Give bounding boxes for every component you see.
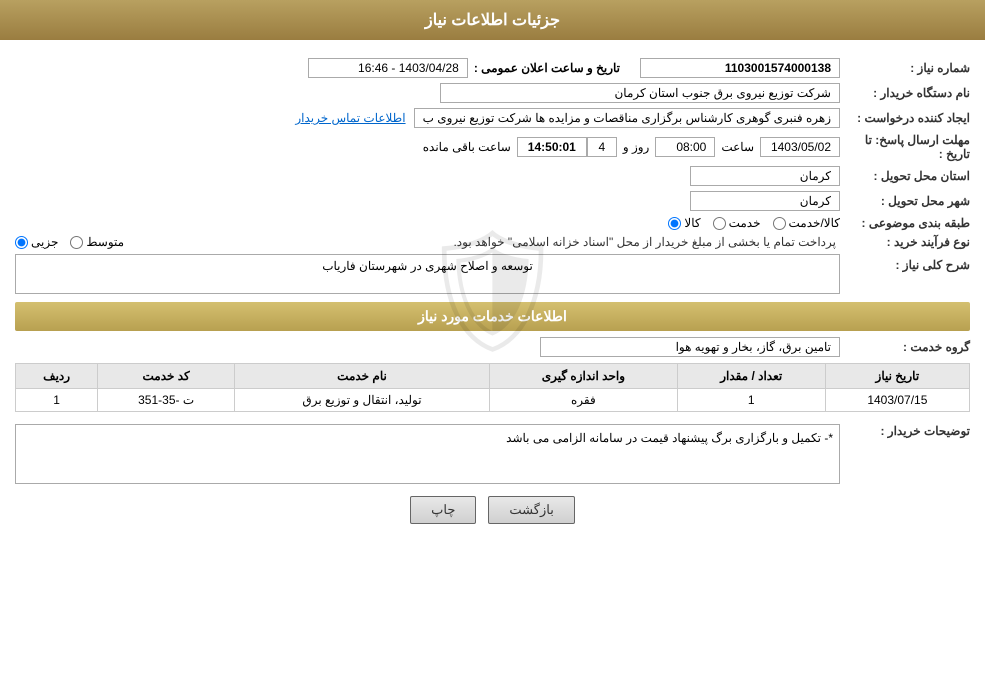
row-sharh: شرح کلی نیاز : توسعه و اصلاح شهری در شهر… xyxy=(15,254,970,294)
roz-label: روز و xyxy=(623,140,650,154)
services-table: تاریخ نیاز تعداد / مقدار واحد اندازه گیر… xyxy=(15,363,970,412)
radio-kala-khedmat[interactable]: کالا/خدمت xyxy=(773,216,840,230)
col-vahed: واحد اندازه گیری xyxy=(490,364,678,389)
date-value: 1403/05/02 xyxy=(760,137,840,157)
countdown-value: 14:50:01 xyxy=(517,137,587,157)
services-table-head: تاریخ نیاز تعداد / مقدار واحد اندازه گیر… xyxy=(16,364,970,389)
page-title: جزئیات اطلاعات نیاز xyxy=(425,12,560,29)
tabaghe-label: طبقه بندی موضوعی : xyxy=(840,216,970,230)
row-namdastgah: نام دستگاه خریدار : شرکت توزیع نیروی برق… xyxy=(15,83,970,103)
radio-kala-input[interactable] xyxy=(668,217,681,230)
page-header: جزئیات اطلاعات نیاز xyxy=(0,0,985,40)
tarikh-elan-label: تاریخ و ساعت اعلان عمومی : xyxy=(474,61,620,75)
grohe-khedmat-value: تامین برق، گاز، بخار و تهویه هوا xyxy=(540,337,840,357)
row-shomare-tarikh: شماره نیاز : 1103001574000138 تاریخ و سا… xyxy=(15,58,970,78)
row-grohe-khedmat: گروه خدمت : تامین برق، گاز، بخار و تهویه… xyxy=(15,337,970,357)
radio-mottaset-input[interactable] xyxy=(70,236,83,249)
print-button[interactable]: چاپ xyxy=(410,496,476,524)
row-shahr: شهر محل تحویل : کرمان xyxy=(15,191,970,211)
radio-khedmat-label: خدمت xyxy=(729,216,761,230)
col-tedad: تعداد / مقدار xyxy=(677,364,825,389)
col-tarikh: تاریخ نیاز xyxy=(825,364,969,389)
radio-jozi-label: جزیی xyxy=(31,235,58,249)
cell-kod: ت -35-351 xyxy=(98,389,235,412)
farayand-radio-group: متوسط جزیی xyxy=(15,235,124,249)
ijad-konande-label: ایجاد کننده درخواست : xyxy=(840,111,970,125)
radio-khedmat[interactable]: خدمت xyxy=(713,216,761,230)
services-table-header-row: تاریخ نیاز تعداد / مقدار واحد اندازه گیر… xyxy=(16,364,970,389)
content-area: 🛡 شماره نیاز : 1103001574000138 تاریخ و … xyxy=(0,40,985,544)
sharh-value: توسعه و اصلاح شهری در شهرستان فاریاب xyxy=(15,254,840,294)
ijad-konande-value: زهره فنبری گوهری کارشناس برگزاری مناقصات… xyxy=(414,108,840,128)
services-section-header: اطلاعات خدمات مورد نیاز xyxy=(15,302,970,331)
services-table-body: 1403/07/151فقرهتولید، انتقال و توزیع برق… xyxy=(16,389,970,412)
row-farayand: نوع فرآیند خرید : پرداخت تمام یا بخشی از… xyxy=(15,235,970,249)
row-mohlat: مهلت ارسال پاسخ: تا تاریخ : 1403/05/02 س… xyxy=(15,133,970,161)
saat-baki-label: ساعت باقی مانده xyxy=(423,140,511,154)
tamas-khardar-link[interactable]: اطلاعات تماس خریدار xyxy=(295,111,405,125)
grohe-khedmat-label: گروه خدمت : xyxy=(840,340,970,354)
row-tabaghe: طبقه بندی موضوعی : کالا/خدمت خدمت کالا xyxy=(15,216,970,230)
radio-kala-label: کالا xyxy=(684,216,700,230)
radio-kala-khedmat-label: کالا/خدمت xyxy=(789,216,840,230)
cell-radif: 1 xyxy=(16,389,98,412)
cell-tarikh: 1403/07/15 xyxy=(825,389,969,412)
tabaghe-radio-group: کالا/خدمت خدمت کالا xyxy=(668,216,840,230)
cell-vahed: فقره xyxy=(490,389,678,412)
roz-value: 4 xyxy=(587,137,617,157)
cell-nam: تولید، انتقال و توزیع برق xyxy=(235,389,490,412)
radio-mottaset[interactable]: متوسط xyxy=(70,235,124,249)
radio-kala-khedmat-input[interactable] xyxy=(773,217,786,230)
shahr-label: شهر محل تحویل : xyxy=(840,194,970,208)
farayand-label: نوع فرآیند خرید : xyxy=(840,235,970,249)
saat-value: 08:00 xyxy=(655,137,715,157)
mohlat-label: مهلت ارسال پاسخ: تا تاریخ : xyxy=(840,133,970,161)
cell-tedad: 1 xyxy=(677,389,825,412)
namdastgah-value: شرکت توزیع نیروی برق جنوب استان کرمان xyxy=(440,83,840,103)
radio-jozi-input[interactable] xyxy=(15,236,28,249)
toshihat-value: *- تکمیل و بارگزاری برگ پیشنهاد قیمت در … xyxy=(15,424,840,484)
table-row: 1403/07/151فقرهتولید، انتقال و توزیع برق… xyxy=(16,389,970,412)
radio-jozi[interactable]: جزیی xyxy=(15,235,58,249)
row-ijadkonande: ایجاد کننده درخواست : زهره فنبری گوهری ک… xyxy=(15,108,970,128)
row-toshihat: توضیحات خریدار : *- تکمیل و بارگزاری برگ… xyxy=(15,420,970,484)
back-button[interactable]: بازگشت xyxy=(488,496,574,524)
radio-khedmat-input[interactable] xyxy=(713,217,726,230)
tarikh-elan-value: 1403/04/28 - 16:46 xyxy=(308,58,468,78)
col-radif: ردیف xyxy=(16,364,98,389)
button-row: بازگشت چاپ xyxy=(15,496,970,524)
saat-label: ساعت xyxy=(721,140,754,154)
col-nam: نام خدمت xyxy=(235,364,490,389)
col-kod: کد خدمت xyxy=(98,364,235,389)
radio-mottaset-label: متوسط xyxy=(86,235,124,249)
row-ostan: استان محل تحویل : کرمان xyxy=(15,166,970,186)
shomare-niaz-label: شماره نیاز : xyxy=(840,61,970,75)
ostan-value: کرمان xyxy=(690,166,840,186)
ostan-label: استان محل تحویل : xyxy=(840,169,970,183)
sharh-label: شرح کلی نیاز : xyxy=(840,254,970,272)
farayand-note: پرداخت تمام یا بخشی از مبلغ خریدار از مح… xyxy=(134,235,840,249)
shahr-value: کرمان xyxy=(690,191,840,211)
toshihat-label: توضیحات خریدار : xyxy=(840,420,970,438)
page-wrapper: جزئیات اطلاعات نیاز 🛡 شماره نیاز : 11030… xyxy=(0,0,985,691)
shomare-niaz-value: 1103001574000138 xyxy=(640,58,840,78)
namdastgah-label: نام دستگاه خریدار : xyxy=(840,86,970,100)
radio-kala[interactable]: کالا xyxy=(668,216,700,230)
